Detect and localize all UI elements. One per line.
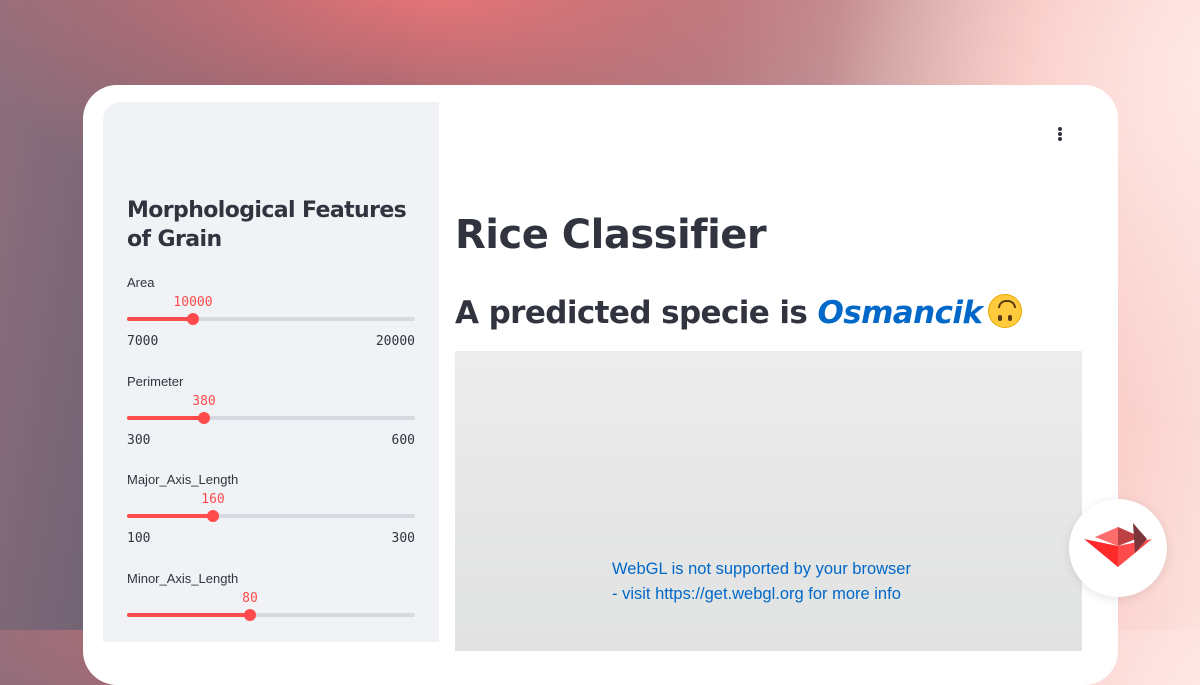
slider-fill: [127, 514, 213, 518]
sidebar-title: Morphological Features of Grain: [127, 198, 407, 252]
slider-perimeter[interactable]: Perimeter 380 300 600: [127, 374, 415, 464]
slider-track[interactable]: [127, 412, 415, 424]
slider-label: Area: [127, 275, 155, 290]
emoji-eye: [998, 315, 1003, 321]
slider-fill: [127, 317, 193, 321]
slider-track[interactable]: [127, 313, 415, 325]
slider-value: 80: [242, 591, 258, 606]
sidebar: Morphological Features of Grain Area 100…: [103, 102, 439, 642]
slider-track[interactable]: [127, 510, 415, 522]
slider-value: 160: [201, 492, 225, 507]
slider-max: 600: [391, 433, 415, 448]
slider-fill: [127, 416, 204, 420]
menu-dot: [1058, 127, 1062, 131]
menu-dot: [1058, 132, 1062, 136]
more-options-icon[interactable]: [1050, 122, 1070, 146]
emoji-mouth: [998, 300, 1017, 308]
slider-fill: [127, 613, 250, 617]
prediction-heading: A predicted specie is Osmancik: [455, 294, 1023, 331]
webgl-message-line2: - visit https://get.webgl.org for more i…: [612, 585, 901, 603]
slider-major-axis-length[interactable]: Major_Axis_Length 160 100 300: [127, 472, 415, 562]
slider-label: Perimeter: [127, 374, 184, 389]
slider-thumb[interactable]: [244, 609, 256, 621]
webgl-message: WebGL is not supported by your browser -…: [612, 557, 911, 607]
slider-max: 20000: [375, 334, 415, 349]
predicted-species: Osmancik: [817, 295, 983, 331]
chart-placeholder: WebGL is not supported by your browser -…: [455, 351, 1082, 651]
emoji-eye: [1008, 315, 1013, 321]
slider-max: 300: [391, 531, 415, 546]
slider-label: Major_Axis_Length: [127, 472, 239, 487]
slider-minor-axis-length[interactable]: Minor_Axis_Length 80: [127, 571, 415, 642]
slider-thumb[interactable]: [207, 510, 219, 522]
slider-value: 380: [192, 394, 216, 409]
slider-min: 100: [127, 531, 151, 546]
streamlit-badge[interactable]: [1069, 499, 1167, 597]
slider-track[interactable]: [127, 609, 415, 621]
slider-thumb[interactable]: [187, 313, 199, 325]
page-title: Rice Classifier: [455, 212, 767, 258]
slider-label: Minor_Axis_Length: [127, 571, 239, 586]
streamlit-logo-icon: [1084, 523, 1152, 567]
prediction-prefix: A predicted specie is: [455, 295, 818, 331]
menu-dot: [1058, 137, 1062, 141]
slider-area[interactable]: Area 10000 7000 20000: [127, 275, 415, 365]
slider-min: 300: [127, 433, 151, 448]
slider-thumb[interactable]: [198, 412, 210, 424]
slider-min: 7000: [127, 334, 159, 349]
slider-value: 10000: [173, 295, 213, 310]
upside-down-face-icon: [988, 294, 1023, 328]
webgl-message-line1: WebGL is not supported by your browser: [612, 560, 911, 578]
